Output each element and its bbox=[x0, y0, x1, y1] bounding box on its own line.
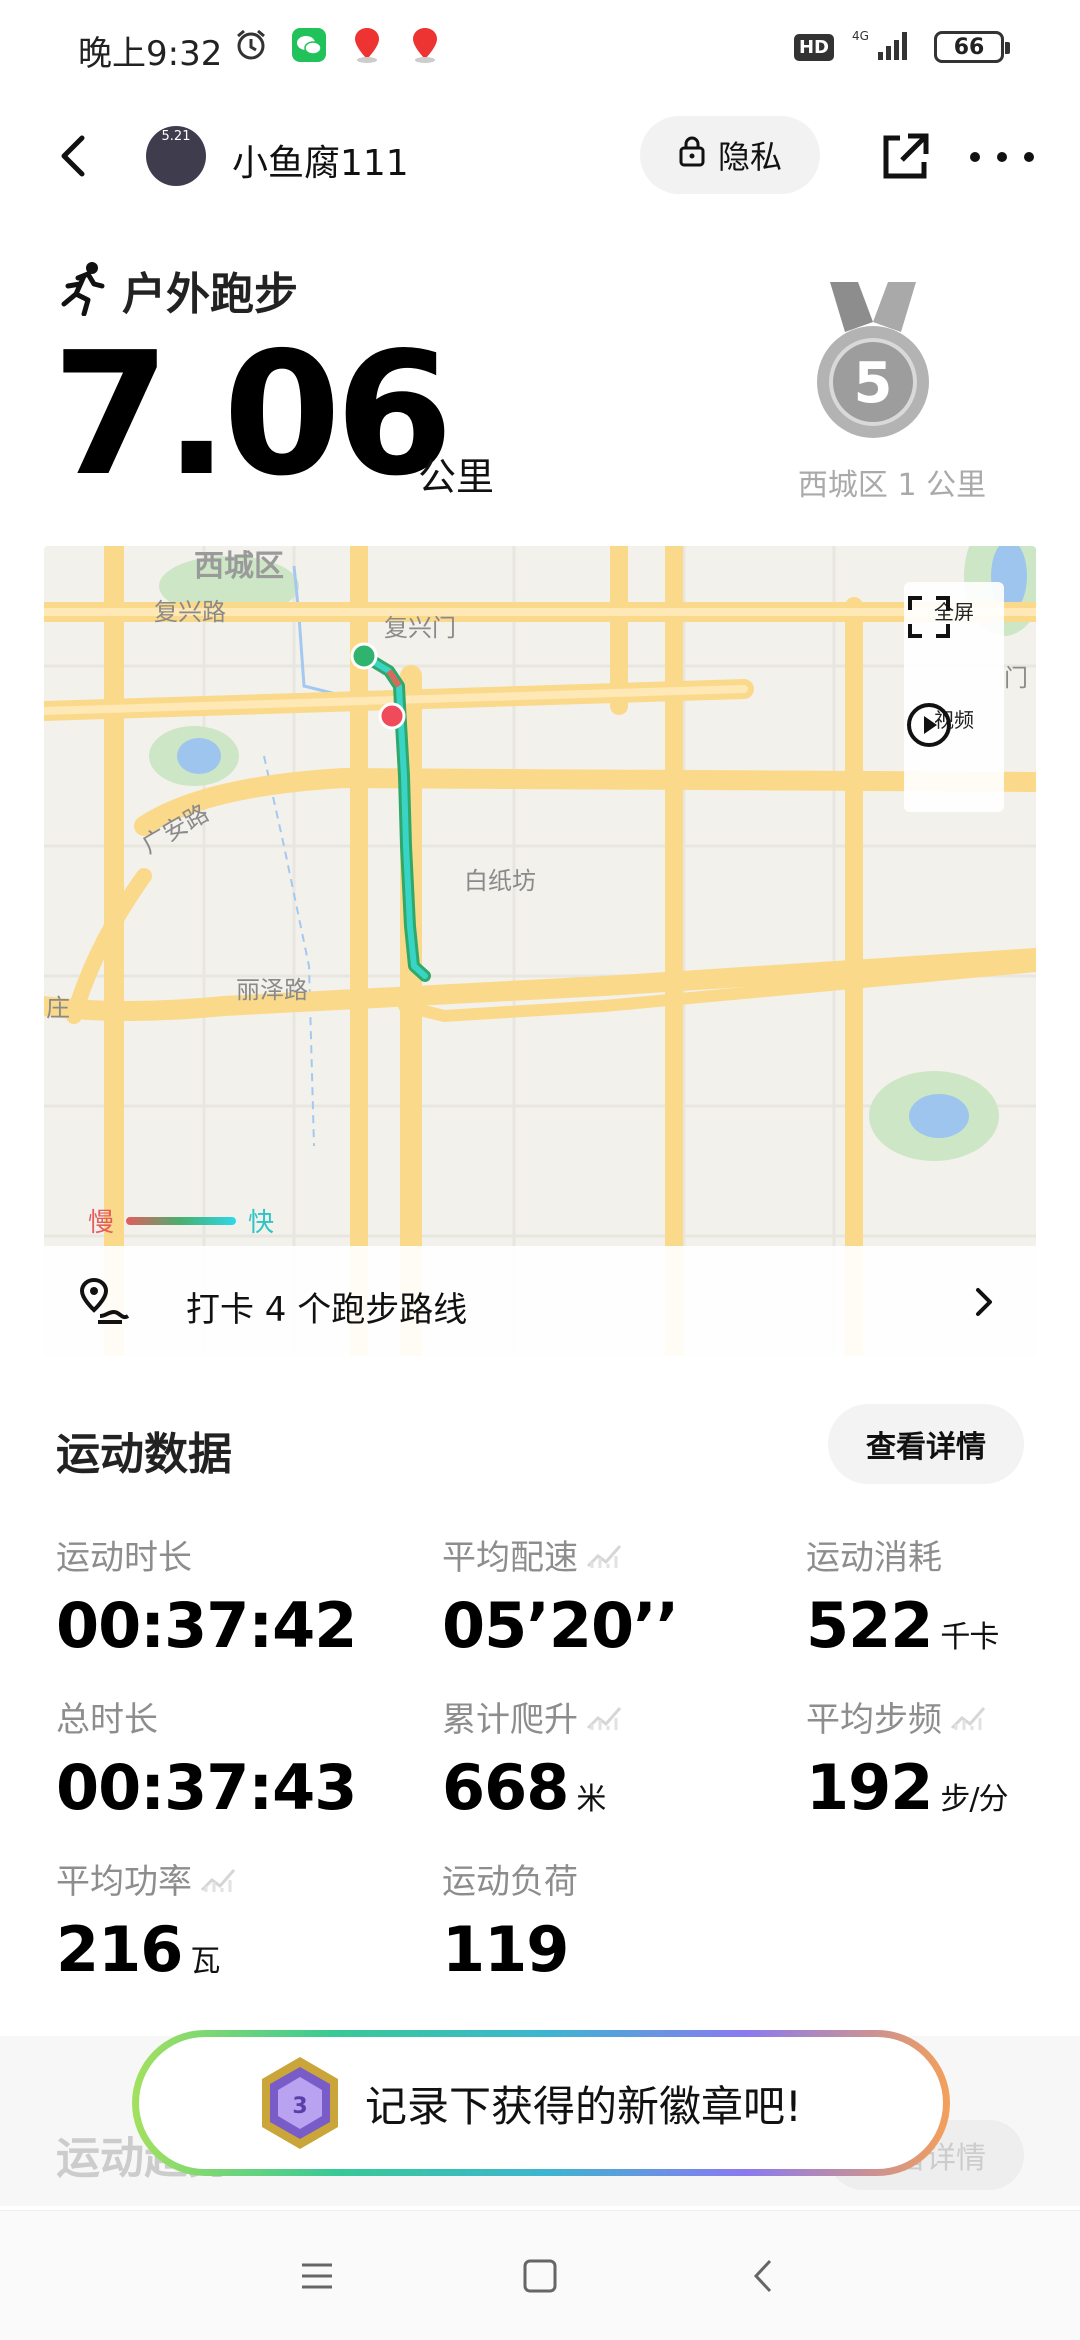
distance-value: 7.06 bbox=[52, 316, 453, 514]
stat-value: 00:37:43 bbox=[56, 1751, 357, 1824]
speed-legend: 慢 快 bbox=[88, 1202, 274, 1239]
more-options-button[interactable] bbox=[970, 130, 1034, 184]
medal-number: 5 bbox=[854, 351, 893, 416]
map-label-edge2: 庄 bbox=[46, 994, 70, 1022]
share-icon[interactable] bbox=[878, 130, 932, 184]
svg-text:4G: 4G bbox=[852, 29, 869, 43]
speed-fast-label: 快 bbox=[248, 1208, 275, 1238]
stat-calories: 运动消耗 522 千卡 bbox=[806, 1530, 999, 1662]
running-icon bbox=[58, 260, 108, 320]
status-system-icons: HD 4G 66 bbox=[793, 28, 1010, 66]
stat-value: 192 bbox=[806, 1751, 933, 1824]
speed-gradient-bar bbox=[126, 1216, 237, 1225]
stat-label: 运动时长 bbox=[56, 1538, 192, 1578]
stat-unit: 千卡 bbox=[940, 1620, 999, 1655]
play-icon bbox=[907, 703, 951, 747]
trend-chart-icon bbox=[586, 1544, 622, 1568]
stat-avg-cadence[interactable]: 平均步频 192 步/分 bbox=[806, 1692, 1009, 1824]
stat-value: 668 bbox=[442, 1751, 569, 1824]
checkin-text: 打卡 4 个跑步路线 bbox=[186, 1290, 468, 1330]
stat-avg-power[interactable]: 平均功率 216 瓦 bbox=[56, 1854, 236, 1986]
battery-indicator: 66 bbox=[934, 31, 1010, 63]
badge-toast-text: 记录下获得的新徽章吧! bbox=[365, 2081, 802, 2131]
stat-duration: 运动时长 00:37:42 bbox=[56, 1530, 357, 1662]
route-start-marker bbox=[350, 642, 378, 670]
stat-label: 运动负荷 bbox=[442, 1862, 578, 1902]
signal-icon: 4G bbox=[852, 28, 916, 66]
stat-value: 05’20’’ bbox=[442, 1589, 679, 1662]
home-icon[interactable] bbox=[515, 2251, 565, 2301]
stat-avg-pace[interactable]: 平均配速 05’20’’ bbox=[442, 1530, 679, 1662]
map-label-district: 西城区 bbox=[194, 549, 284, 584]
stat-unit: 步/分 bbox=[940, 1782, 1008, 1817]
fullscreen-button[interactable]: 全屏 bbox=[904, 592, 1004, 638]
lake-area bbox=[177, 738, 221, 774]
avatar[interactable]: 5.21 bbox=[146, 126, 206, 186]
map-label-edge1: 门 bbox=[1004, 664, 1028, 692]
section-title-stats: 运动数据 bbox=[56, 1429, 232, 1480]
distance-unit: 公里 bbox=[418, 455, 495, 499]
menu-icon[interactable] bbox=[292, 2251, 342, 2301]
workout-type: 户外跑步 bbox=[58, 258, 298, 322]
status-notification-icons bbox=[232, 26, 444, 64]
workout-type-label: 户外跑步 bbox=[122, 269, 298, 320]
privacy-label: 隐私 bbox=[717, 138, 782, 176]
lock-icon bbox=[678, 135, 706, 175]
stat-value: 119 bbox=[442, 1913, 569, 1986]
stat-value: 216 bbox=[56, 1913, 183, 1986]
alarm-icon bbox=[232, 26, 270, 64]
system-navigation-bar bbox=[0, 2210, 1080, 2340]
route-end-marker bbox=[378, 702, 406, 730]
stat-unit: 米 bbox=[576, 1782, 606, 1817]
view-details-button[interactable]: 查看详情 bbox=[828, 1404, 1024, 1484]
back-nav-icon[interactable] bbox=[740, 2251, 790, 2301]
stat-label: 平均配速 bbox=[442, 1538, 578, 1578]
medal-icon[interactable]: 5 bbox=[810, 282, 936, 442]
stat-total-duration: 总时长 00:37:43 bbox=[56, 1692, 357, 1824]
map-label-place1: 复兴门 bbox=[384, 614, 456, 642]
video-button[interactable]: 视频 bbox=[904, 700, 1004, 747]
trend-chart-icon bbox=[200, 1868, 236, 1892]
stat-unit: 瓦 bbox=[190, 1944, 220, 1979]
stat-label: 总时长 bbox=[56, 1700, 158, 1740]
speed-slow-label: 慢 bbox=[88, 1208, 115, 1238]
app-notification-icon-2 bbox=[406, 26, 444, 64]
fullscreen-icon bbox=[908, 596, 950, 638]
status-bar: 晚上9:32 HD 4G 66 bbox=[0, 0, 1080, 100]
trend-chart-icon bbox=[586, 1706, 622, 1730]
stat-label: 平均步频 bbox=[806, 1700, 942, 1740]
app-notification-icon bbox=[348, 26, 386, 64]
hd-badge: HD bbox=[793, 33, 834, 61]
medal-caption: 西城区 1 公里 bbox=[797, 468, 987, 503]
wechat-icon bbox=[290, 26, 328, 64]
stat-label: 平均功率 bbox=[56, 1862, 192, 1902]
route-checkin-bar[interactable]: 打卡 4 个跑步路线 bbox=[44, 1246, 1036, 1356]
map-toolbar: 全屏 视频 bbox=[904, 582, 1004, 812]
status-time: 晚上9:32 bbox=[78, 34, 223, 74]
map-label-road1: 复兴路 bbox=[154, 598, 226, 626]
back-button[interactable] bbox=[44, 126, 104, 186]
top-app-bar: 5.21 小鱼腐111 隐私 bbox=[0, 110, 1080, 210]
chevron-right-icon bbox=[964, 1282, 1004, 1322]
privacy-button[interactable]: 隐私 bbox=[640, 116, 820, 194]
stat-value: 522 bbox=[806, 1589, 933, 1662]
map-label-place2: 白纸坊 bbox=[464, 867, 536, 895]
stat-value: 00:37:42 bbox=[56, 1589, 357, 1662]
map-label-road3: 丽泽路 bbox=[236, 976, 308, 1004]
stat-label: 累计爬升 bbox=[442, 1700, 578, 1740]
svg-text:3: 3 bbox=[292, 2094, 307, 2119]
lake-area bbox=[909, 1094, 969, 1138]
stat-label: 运动消耗 bbox=[806, 1538, 942, 1578]
stat-training-load: 运动负荷 119 bbox=[442, 1854, 578, 1986]
username[interactable]: 小鱼腐111 bbox=[232, 134, 409, 186]
stat-elevation-gain[interactable]: 累计爬升 668 米 bbox=[442, 1692, 622, 1824]
avatar-text: 5.21 bbox=[161, 129, 191, 144]
trend-chart-icon bbox=[950, 1706, 986, 1730]
new-badge-toast[interactable]: 3 记录下获得的新徽章吧! bbox=[132, 2030, 950, 2176]
badge-icon: 3 bbox=[257, 2055, 343, 2151]
route-map[interactable]: 西城区 复兴路 复兴门 广安路 白纸坊 丽泽路 门 庄 全屏 视频 慢 快 打卡… bbox=[44, 546, 1036, 1356]
